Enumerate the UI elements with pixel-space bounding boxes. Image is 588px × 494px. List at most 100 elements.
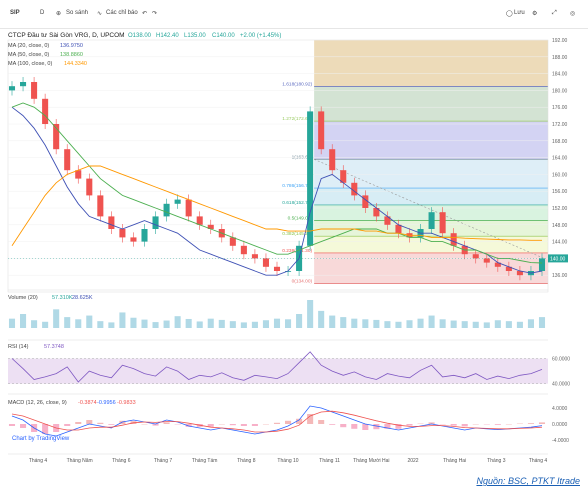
y-tick-label: 144.00 [552, 240, 568, 246]
candle-body [8, 86, 16, 91]
volume-bar [362, 319, 369, 328]
macd-hist-bar [97, 422, 104, 424]
y-tick-label: 152.00 [552, 206, 568, 212]
settings-icon[interactable]: ⚙ [532, 10, 537, 17]
macd-hist-bar [251, 424, 258, 426]
macd-hist-bar [75, 422, 82, 424]
macd-y-label: 4.0000 [552, 406, 568, 412]
macd-hist-bar [86, 420, 93, 424]
volume-bar [53, 309, 60, 328]
x-tick-label: Tháng Năm [67, 458, 93, 464]
macd-hist-bar [229, 424, 236, 426]
save-icon[interactable]: ◯ [506, 10, 513, 17]
volume-label: Volume (20) [8, 295, 38, 301]
y-tick-label: 172.00 [552, 122, 568, 128]
volume-bar [273, 318, 281, 328]
candle-body [251, 254, 258, 259]
macd-y-label: -4.0000 [552, 438, 569, 444]
volume-bar [240, 322, 247, 328]
y-tick-label: 160.00 [552, 172, 568, 178]
undo-icon[interactable]: ↶ [142, 10, 147, 17]
macd-hist-bar [362, 424, 369, 430]
macd-hist-bar [329, 424, 336, 425]
symbol-label[interactable]: SIP [10, 10, 20, 16]
screenshot-icon[interactable]: ◎ [570, 10, 575, 17]
rsi-level-label: 60.0000 [552, 357, 570, 363]
candle-body [163, 203, 170, 217]
macd-hist-bar [318, 420, 325, 424]
ma50-label: MA (50, close, 0) [8, 52, 49, 58]
interval-button[interactable]: D [40, 10, 44, 16]
volume-bar [329, 315, 336, 328]
volume-bar [340, 317, 347, 328]
candle-body [185, 199, 192, 217]
volume-bar [8, 318, 16, 328]
volume-bar [406, 320, 413, 328]
candle-body [307, 111, 314, 246]
volume-bar [97, 321, 104, 328]
x-tick-label: Tháng 4 [529, 458, 548, 464]
macd-hist-bar [527, 423, 534, 424]
compare-icon[interactable]: ⊕ [56, 10, 61, 17]
volume-value-2: 28.625K [72, 295, 93, 301]
macd-hist-bar [240, 424, 247, 426]
volume-value-1: 57.310K [52, 295, 73, 301]
volume-bar [516, 321, 523, 328]
volume-bar [417, 318, 424, 328]
fullscreen-icon[interactable]: ⤢ [552, 10, 557, 17]
candle-body [130, 237, 137, 242]
volume-bar [428, 315, 435, 328]
x-tick-label: Tháng 3 [487, 458, 506, 464]
volume-bar [461, 321, 468, 328]
chart-title: CTCP Đầu tư Sài Gòn VRG, D, UPCOM [8, 30, 125, 39]
tradingview-watermark[interactable]: Chart by TradingView [12, 436, 70, 442]
source-credit[interactable]: Nguồn: BSC, PTKT Itrade [476, 476, 580, 486]
macd-hist-bar [285, 420, 292, 424]
candle-body [86, 178, 93, 196]
macd-hist-value: -0.9833 [117, 400, 136, 406]
macd-hist-bar [273, 422, 281, 424]
volume-bar [207, 318, 214, 328]
volume-bar [75, 319, 82, 328]
candle-body [439, 212, 446, 234]
candle-body [538, 258, 546, 271]
rsi-value: 57.3748 [44, 344, 64, 350]
candle-body [318, 111, 325, 150]
last-price-label: 140.00 [550, 256, 566, 262]
save-button[interactable]: Lưu [514, 10, 525, 16]
chart-area: 1.618(180.92) 1.272(172.69) 1(163.60) 0.786… [0, 28, 588, 468]
macd-signal-value: -0.9956 [97, 400, 116, 406]
volume-bar [218, 319, 225, 328]
macd-hist-bar [207, 424, 214, 427]
volume-bar [538, 317, 546, 328]
ohlc-high: H142.40 [156, 33, 179, 39]
volume-bar [119, 312, 126, 328]
candle-body [152, 216, 159, 229]
volume-bar [20, 314, 27, 328]
volume-bar [152, 322, 159, 328]
fib-level-label: 0(134.00) [292, 279, 313, 285]
y-tick-label: 192.00 [552, 38, 568, 44]
macd-hist-bar [494, 424, 501, 425]
x-tick-label: Tháng 11 [319, 458, 340, 464]
candle-body [472, 254, 479, 259]
volume-bar [196, 321, 203, 328]
volume-bar [384, 321, 391, 328]
macd-hist-bar [461, 424, 468, 427]
indicators-button[interactable]: Các chỉ báo [106, 10, 138, 16]
macd-label: MACD (12, 26, close, 9) [8, 400, 67, 406]
candle-body [108, 216, 115, 229]
x-tick-label: Tháng Tám [192, 458, 217, 464]
fib-zone [314, 86, 548, 122]
candle-body [20, 82, 27, 87]
y-tick-label: 176.00 [552, 105, 568, 111]
indicators-icon[interactable]: ∿ [97, 10, 102, 17]
y-tick-label: 136.00 [552, 273, 568, 279]
compare-button[interactable]: So sánh [66, 10, 88, 16]
volume-bar [163, 320, 170, 328]
redo-icon[interactable]: ↷ [152, 10, 157, 17]
y-tick-label: 156.00 [552, 189, 568, 195]
ma20-value: 136.9750 [60, 43, 83, 49]
candle-body [64, 149, 71, 171]
ohlc-change: +2.00 (+1.45%) [240, 33, 281, 39]
